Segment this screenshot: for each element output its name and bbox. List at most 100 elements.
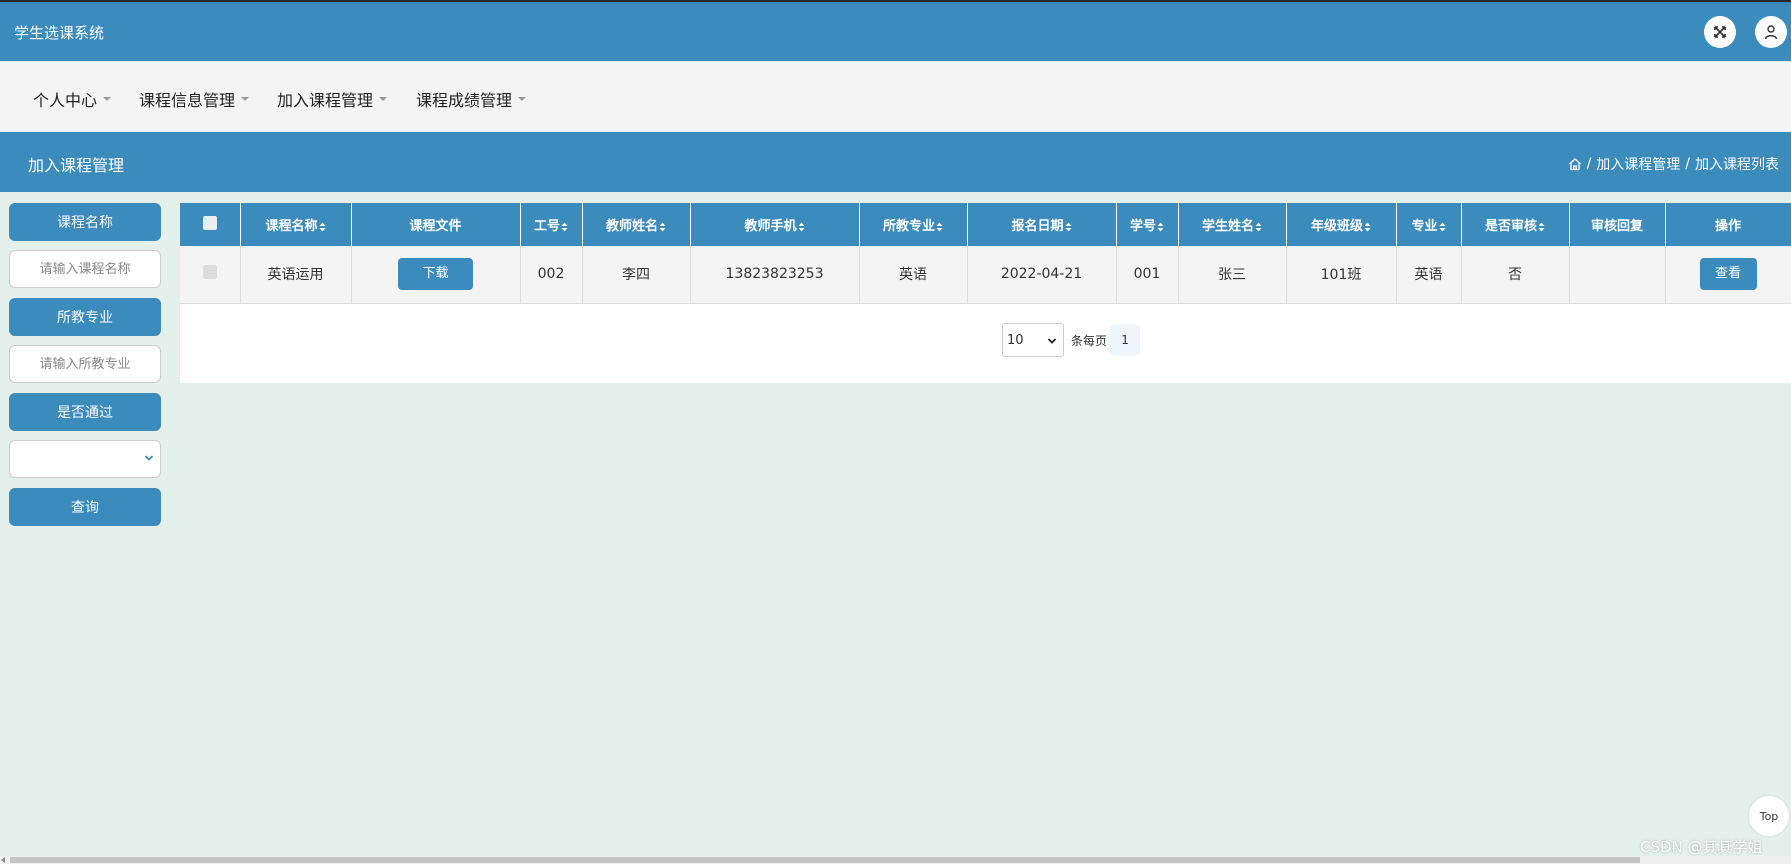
sort-icon	[1065, 222, 1071, 231]
cell-teacher-phone: 13823823253	[690, 246, 860, 304]
cell-signup-date: 2022-04-21	[967, 246, 1117, 304]
user-icon	[1764, 25, 1778, 40]
column-header-label: 教师手机	[744, 219, 797, 234]
breadcrumb-separator: /	[1586, 156, 1592, 172]
column-header[interactable]: 课程名称	[240, 203, 352, 246]
column-header-label: 工号	[533, 219, 560, 234]
cell-actions: 查看	[1665, 246, 1791, 304]
expand-arrows-icon	[1714, 26, 1726, 38]
row-select-cell	[180, 246, 241, 304]
column-header-label: 课程名称	[265, 219, 318, 234]
sort-icon	[798, 222, 804, 231]
column-header-label: 是否审核	[1484, 219, 1537, 234]
sort-icon	[1157, 222, 1164, 231]
section-header: 加入课程管理 / 加入课程管理 / 加入课程列表	[0, 132, 1791, 192]
cell-student-id: 001	[1116, 246, 1179, 304]
scroll-left-icon[interactable]	[1, 857, 5, 863]
passed-select[interactable]	[9, 440, 161, 478]
cell-course-name: 英语运用	[240, 246, 352, 304]
query-button[interactable]: 查询	[9, 488, 161, 526]
fullscreen-button[interactable]	[1704, 16, 1736, 48]
column-header-label: 报名日期	[1011, 219, 1064, 234]
cell-teacher-major: 英语	[859, 246, 968, 304]
column-header[interactable]: 学号	[1116, 203, 1179, 246]
horizontal-scrollbar[interactable]	[0, 856, 1791, 864]
breadcrumb-level1[interactable]: 加入课程管理	[1596, 154, 1680, 174]
column-header[interactable]: 教师姓名	[582, 203, 691, 246]
per-page-label: 条每页	[1071, 333, 1108, 348]
column-header: 课程文件	[351, 203, 521, 246]
column-header-label: 审核回复	[1590, 219, 1643, 234]
page-size-select[interactable]: 10	[1002, 323, 1064, 357]
nav-item-label: 个人中心	[33, 91, 98, 110]
major-label: 所教专业	[9, 298, 161, 336]
column-header-label: 课程文件	[409, 219, 462, 234]
column-header[interactable]: 工号	[520, 203, 583, 246]
watermark: CSDN @其其学姐	[1640, 838, 1763, 856]
caret-down-icon	[241, 97, 250, 101]
home-icon[interactable]	[1568, 157, 1582, 171]
column-header-label: 专业	[1411, 219, 1438, 234]
column-header[interactable]: 所教专业	[859, 203, 968, 246]
column-header-label: 操作	[1714, 219, 1741, 234]
nav-item-course-grades[interactable]: 课程成绩管理	[416, 87, 527, 111]
nav-item-label: 课程信息管理	[139, 91, 236, 110]
column-header[interactable]: 年级班级	[1286, 203, 1397, 246]
column-header-label: 所教专业	[882, 219, 935, 234]
column-header[interactable]: 学生姓名	[1178, 203, 1287, 246]
view-button[interactable]: 查看	[1699, 258, 1757, 291]
course-name-label: 课程名称	[9, 203, 161, 241]
back-to-top-button[interactable]: Top	[1749, 796, 1789, 836]
row-checkbox[interactable]	[202, 265, 217, 280]
select-all-checkbox[interactable]	[202, 215, 217, 230]
nav-item-join-course[interactable]: 加入课程管理	[277, 87, 388, 111]
column-header-label: 学生姓名	[1201, 219, 1254, 234]
chevron-down-icon	[144, 455, 154, 461]
sort-icon	[1364, 222, 1371, 231]
chevron-down-icon	[1047, 338, 1057, 344]
top-header: 学生选课系统	[0, 0, 1791, 61]
user-menu-button[interactable]	[1755, 16, 1787, 48]
page-title: 加入课程管理	[28, 156, 125, 175]
sort-icon	[936, 222, 943, 231]
course-name-input[interactable]	[9, 250, 161, 288]
select-all-cell	[180, 203, 241, 246]
nav-item-label: 加入课程管理	[277, 91, 374, 110]
nav-item-personal-center[interactable]: 个人中心	[33, 87, 112, 111]
column-header[interactable]: 教师手机	[690, 203, 860, 246]
caret-down-icon	[379, 97, 388, 101]
nav-item-course-info[interactable]: 课程信息管理	[139, 87, 250, 111]
page-number-button[interactable]: 1	[1110, 325, 1141, 355]
column-header[interactable]: 专业	[1396, 203, 1462, 246]
cell-review-reply	[1569, 246, 1666, 304]
major-input[interactable]	[9, 345, 161, 383]
nav-item-label: 课程成绩管理	[416, 91, 513, 110]
cell-course-file: 下载	[351, 246, 521, 304]
cell-student-name: 张三	[1178, 246, 1287, 304]
page-size-value: 10	[1007, 332, 1024, 348]
breadcrumb-level2: 加入课程列表	[1695, 157, 1779, 173]
column-header[interactable]: 报名日期	[967, 203, 1117, 246]
breadcrumb-separator: /	[1685, 156, 1690, 172]
column-header-label: 学号	[1129, 219, 1156, 234]
sort-icon	[1255, 222, 1262, 231]
caret-down-icon	[518, 97, 527, 101]
sort-icon	[561, 222, 568, 231]
cell-teacher-name: 李四	[582, 246, 691, 304]
cell-reviewed: 否	[1461, 246, 1570, 304]
sort-icon	[1538, 222, 1545, 231]
cell-major: 英语	[1396, 246, 1462, 304]
cell-grade-class: 101班	[1286, 246, 1397, 304]
sort-icon	[659, 222, 666, 231]
column-header[interactable]: 是否审核	[1461, 203, 1570, 246]
cell-teacher-id: 002	[520, 246, 583, 304]
data-table: 课程名称 课程文件 工号 教师姓名 教师手机 所教专业 报名日期 学号 学生姓名…	[180, 203, 1791, 304]
table-header-row: 课程名称 课程文件 工号 教师姓名 教师手机 所教专业 报名日期 学号 学生姓名…	[180, 203, 1791, 246]
app-title: 学生选课系统	[14, 24, 105, 42]
main-nav: 个人中心 课程信息管理 加入课程管理 课程成绩管理	[0, 61, 1791, 132]
scrollbar-thumb[interactable]	[10, 857, 1640, 863]
download-button[interactable]: 下载	[398, 258, 473, 291]
data-table-container: 课程名称 课程文件 工号 教师姓名 教师手机 所教专业 报名日期 学号 学生姓名…	[180, 203, 1791, 383]
pagination: 10 条每页 1	[1002, 323, 1141, 357]
column-header: 审核回复	[1569, 203, 1666, 246]
